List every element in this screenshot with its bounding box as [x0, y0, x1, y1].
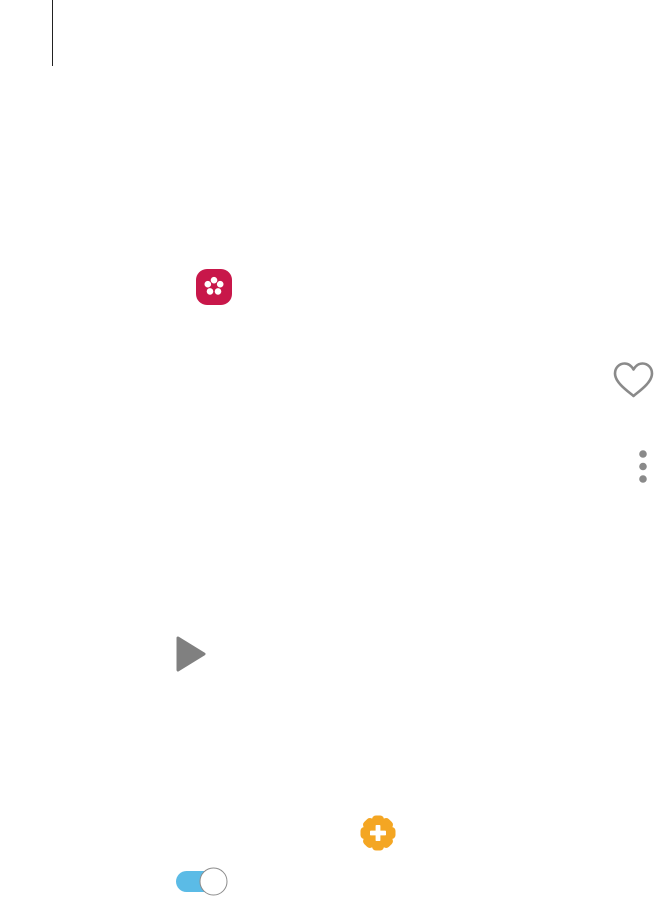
page-margin-rule — [52, 0, 53, 66]
plugin-gear-plus-icon — [359, 814, 397, 852]
gallery-app-icon — [195, 268, 233, 306]
toggle-switch[interactable] — [175, 866, 229, 897]
heart-icon[interactable] — [612, 361, 654, 399]
more-options-icon[interactable] — [636, 449, 650, 485]
play-icon[interactable] — [174, 634, 208, 674]
